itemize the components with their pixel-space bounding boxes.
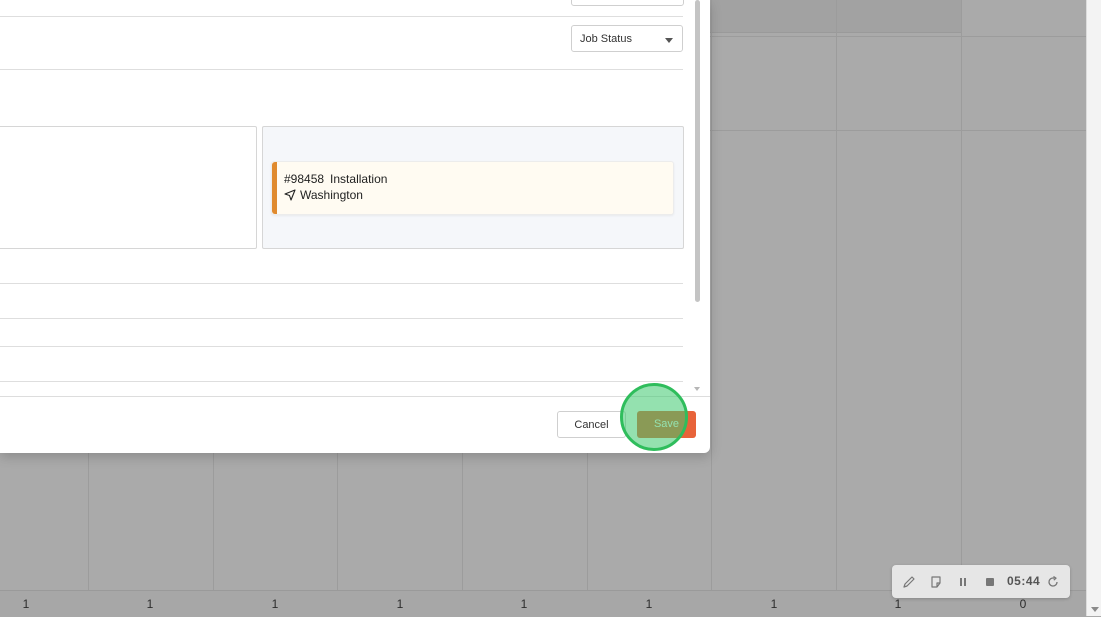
grid-line xyxy=(710,130,1086,131)
job-type: Installation xyxy=(330,172,388,186)
recording-timer: 05:44 xyxy=(1007,574,1041,588)
divider xyxy=(0,318,683,319)
job-status-select-label: Job Status xyxy=(580,33,632,45)
job-card-title: #98458 Installation xyxy=(284,172,387,186)
count-cell: 1 xyxy=(645,597,653,611)
job-number: #98458 xyxy=(284,172,325,186)
page-scrollbar[interactable] xyxy=(1086,0,1101,616)
count-cell: 1 xyxy=(22,597,30,611)
refresh-icon[interactable] xyxy=(1046,575,1060,589)
pencil-icon[interactable] xyxy=(902,575,916,589)
note-icon[interactable] xyxy=(929,575,943,589)
divider xyxy=(0,69,683,70)
count-cell: 1 xyxy=(520,597,528,611)
modal-scrollbar[interactable] xyxy=(694,0,702,396)
grid-line xyxy=(836,0,837,590)
job-status-select[interactable]: Job Status xyxy=(571,25,683,52)
count-cell: 1 xyxy=(271,597,279,611)
stop-icon[interactable] xyxy=(983,575,997,589)
divider xyxy=(0,283,683,284)
pause-icon[interactable] xyxy=(956,575,970,589)
assigned-jobs-panel[interactable]: #98458 Installation Washington xyxy=(262,126,684,249)
scroll-down-arrow-icon[interactable] xyxy=(694,387,700,391)
chevron-down-icon xyxy=(665,38,673,43)
count-cell: 1 xyxy=(146,597,154,611)
job-card-accent xyxy=(272,162,277,214)
divider xyxy=(0,346,683,347)
cancel-button[interactable]: Cancel xyxy=(557,411,626,438)
divider xyxy=(0,16,683,17)
job-card[interactable]: #98458 Installation Washington xyxy=(271,161,674,215)
grid-line xyxy=(711,0,712,590)
divider xyxy=(0,381,683,382)
unassigned-panel[interactable] xyxy=(0,126,257,249)
job-modal: Job Status #98458 Installation Washington… xyxy=(0,0,710,453)
count-cell: 1 xyxy=(396,597,404,611)
count-cell: 1 xyxy=(770,597,778,611)
save-button[interactable]: Save xyxy=(637,411,696,438)
grid-line xyxy=(961,0,962,590)
job-location: Washington xyxy=(300,188,363,202)
top-select[interactable] xyxy=(571,0,684,6)
modal-scrollbar-thumb[interactable] xyxy=(695,0,700,302)
job-card-location: Washington xyxy=(284,188,363,202)
grid-line xyxy=(710,36,1086,37)
navigation-arrow-icon xyxy=(284,189,296,201)
scroll-down-arrow-icon[interactable] xyxy=(1091,607,1099,612)
recorder-toolbar: 05:44 xyxy=(892,565,1070,598)
footer-divider xyxy=(0,396,710,397)
